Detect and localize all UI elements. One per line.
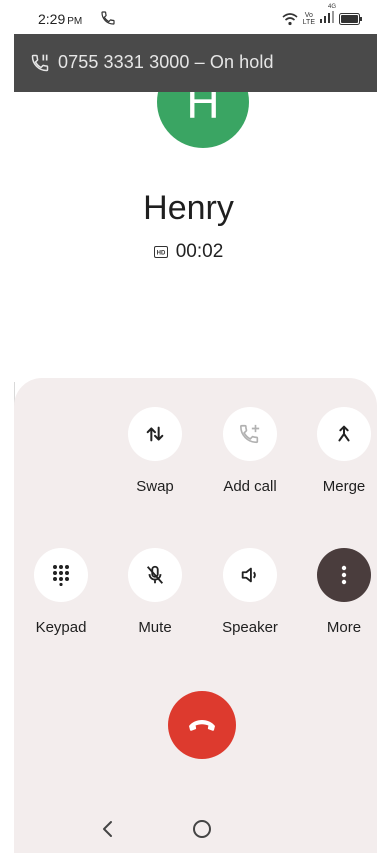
swap-label: Swap <box>136 478 174 495</box>
hd-voice-icon: HD <box>153 246 168 258</box>
status-time: 2:29 PM <box>38 11 82 27</box>
more-button[interactable] <box>317 548 371 602</box>
swap-icon <box>146 426 164 442</box>
on-hold-call-banner[interactable]: 0755 3331 3000 – On hold <box>14 34 377 92</box>
status-bar: 2:29 PM Vo LTE 4G <box>0 0 377 34</box>
add-call-label: Add call <box>223 478 277 495</box>
mute-button[interactable] <box>128 548 182 602</box>
volte-label: Vo <box>304 12 313 19</box>
svg-text:HD: HD <box>156 251 165 257</box>
call-timer-row: HD 00:02 <box>0 241 377 263</box>
mute-label: Mute <box>138 619 172 636</box>
status-time-value: 2:29 <box>38 11 66 27</box>
on-hold-text: 0755 3331 3000 – On hold <box>58 52 274 72</box>
network-type-label: 4G <box>327 4 336 10</box>
status-time-ampm: PM <box>67 16 83 27</box>
swap-control[interactable]: Swap <box>110 407 200 495</box>
mute-control[interactable]: Mute <box>110 548 200 636</box>
nav-back-button[interactable] <box>98 818 116 840</box>
caller-name: Henry <box>143 189 234 227</box>
add-call-icon <box>240 424 260 444</box>
swap-button[interactable] <box>128 407 182 461</box>
more-control[interactable]: More <box>299 548 377 636</box>
merge-icon <box>338 425 350 442</box>
speaker-label: Speaker <box>222 619 278 636</box>
hang-up-icon <box>189 720 215 731</box>
status-icons: Vo LTE 4G <box>282 4 363 28</box>
volte-indicator: Vo LTE <box>303 12 315 26</box>
battery-icon <box>339 13 362 25</box>
call-timer: 00:02 <box>175 241 224 262</box>
speaker-control[interactable]: Speaker <box>205 548 295 636</box>
mute-icon <box>146 565 164 584</box>
add-call-control[interactable]: Add call <box>205 407 295 495</box>
wifi-icon <box>282 13 298 26</box>
ongoing-call-icon <box>101 11 115 25</box>
speaker-icon <box>241 567 256 583</box>
speaker-button[interactable] <box>223 548 277 602</box>
signal-indicator: 4G <box>320 4 336 28</box>
keypad-icon <box>53 565 69 586</box>
keypad-label: Keypad <box>35 619 87 636</box>
merge-button[interactable] <box>317 407 371 461</box>
keypad-button[interactable] <box>34 548 88 602</box>
more-label: More <box>326 619 362 636</box>
merge-control[interactable]: Merge <box>299 407 377 495</box>
more-icon <box>341 565 347 585</box>
signal-icon <box>320 11 334 23</box>
call-on-hold-icon <box>31 54 49 72</box>
keypad-control[interactable]: Keypad <box>16 548 106 636</box>
lte-label: LTE <box>302 19 315 26</box>
screen-left-edge <box>0 0 15 853</box>
nav-home-button[interactable] <box>193 820 211 838</box>
end-call-button[interactable] <box>168 691 236 759</box>
merge-label: Merge <box>322 478 366 495</box>
add-call-button[interactable] <box>223 407 277 461</box>
